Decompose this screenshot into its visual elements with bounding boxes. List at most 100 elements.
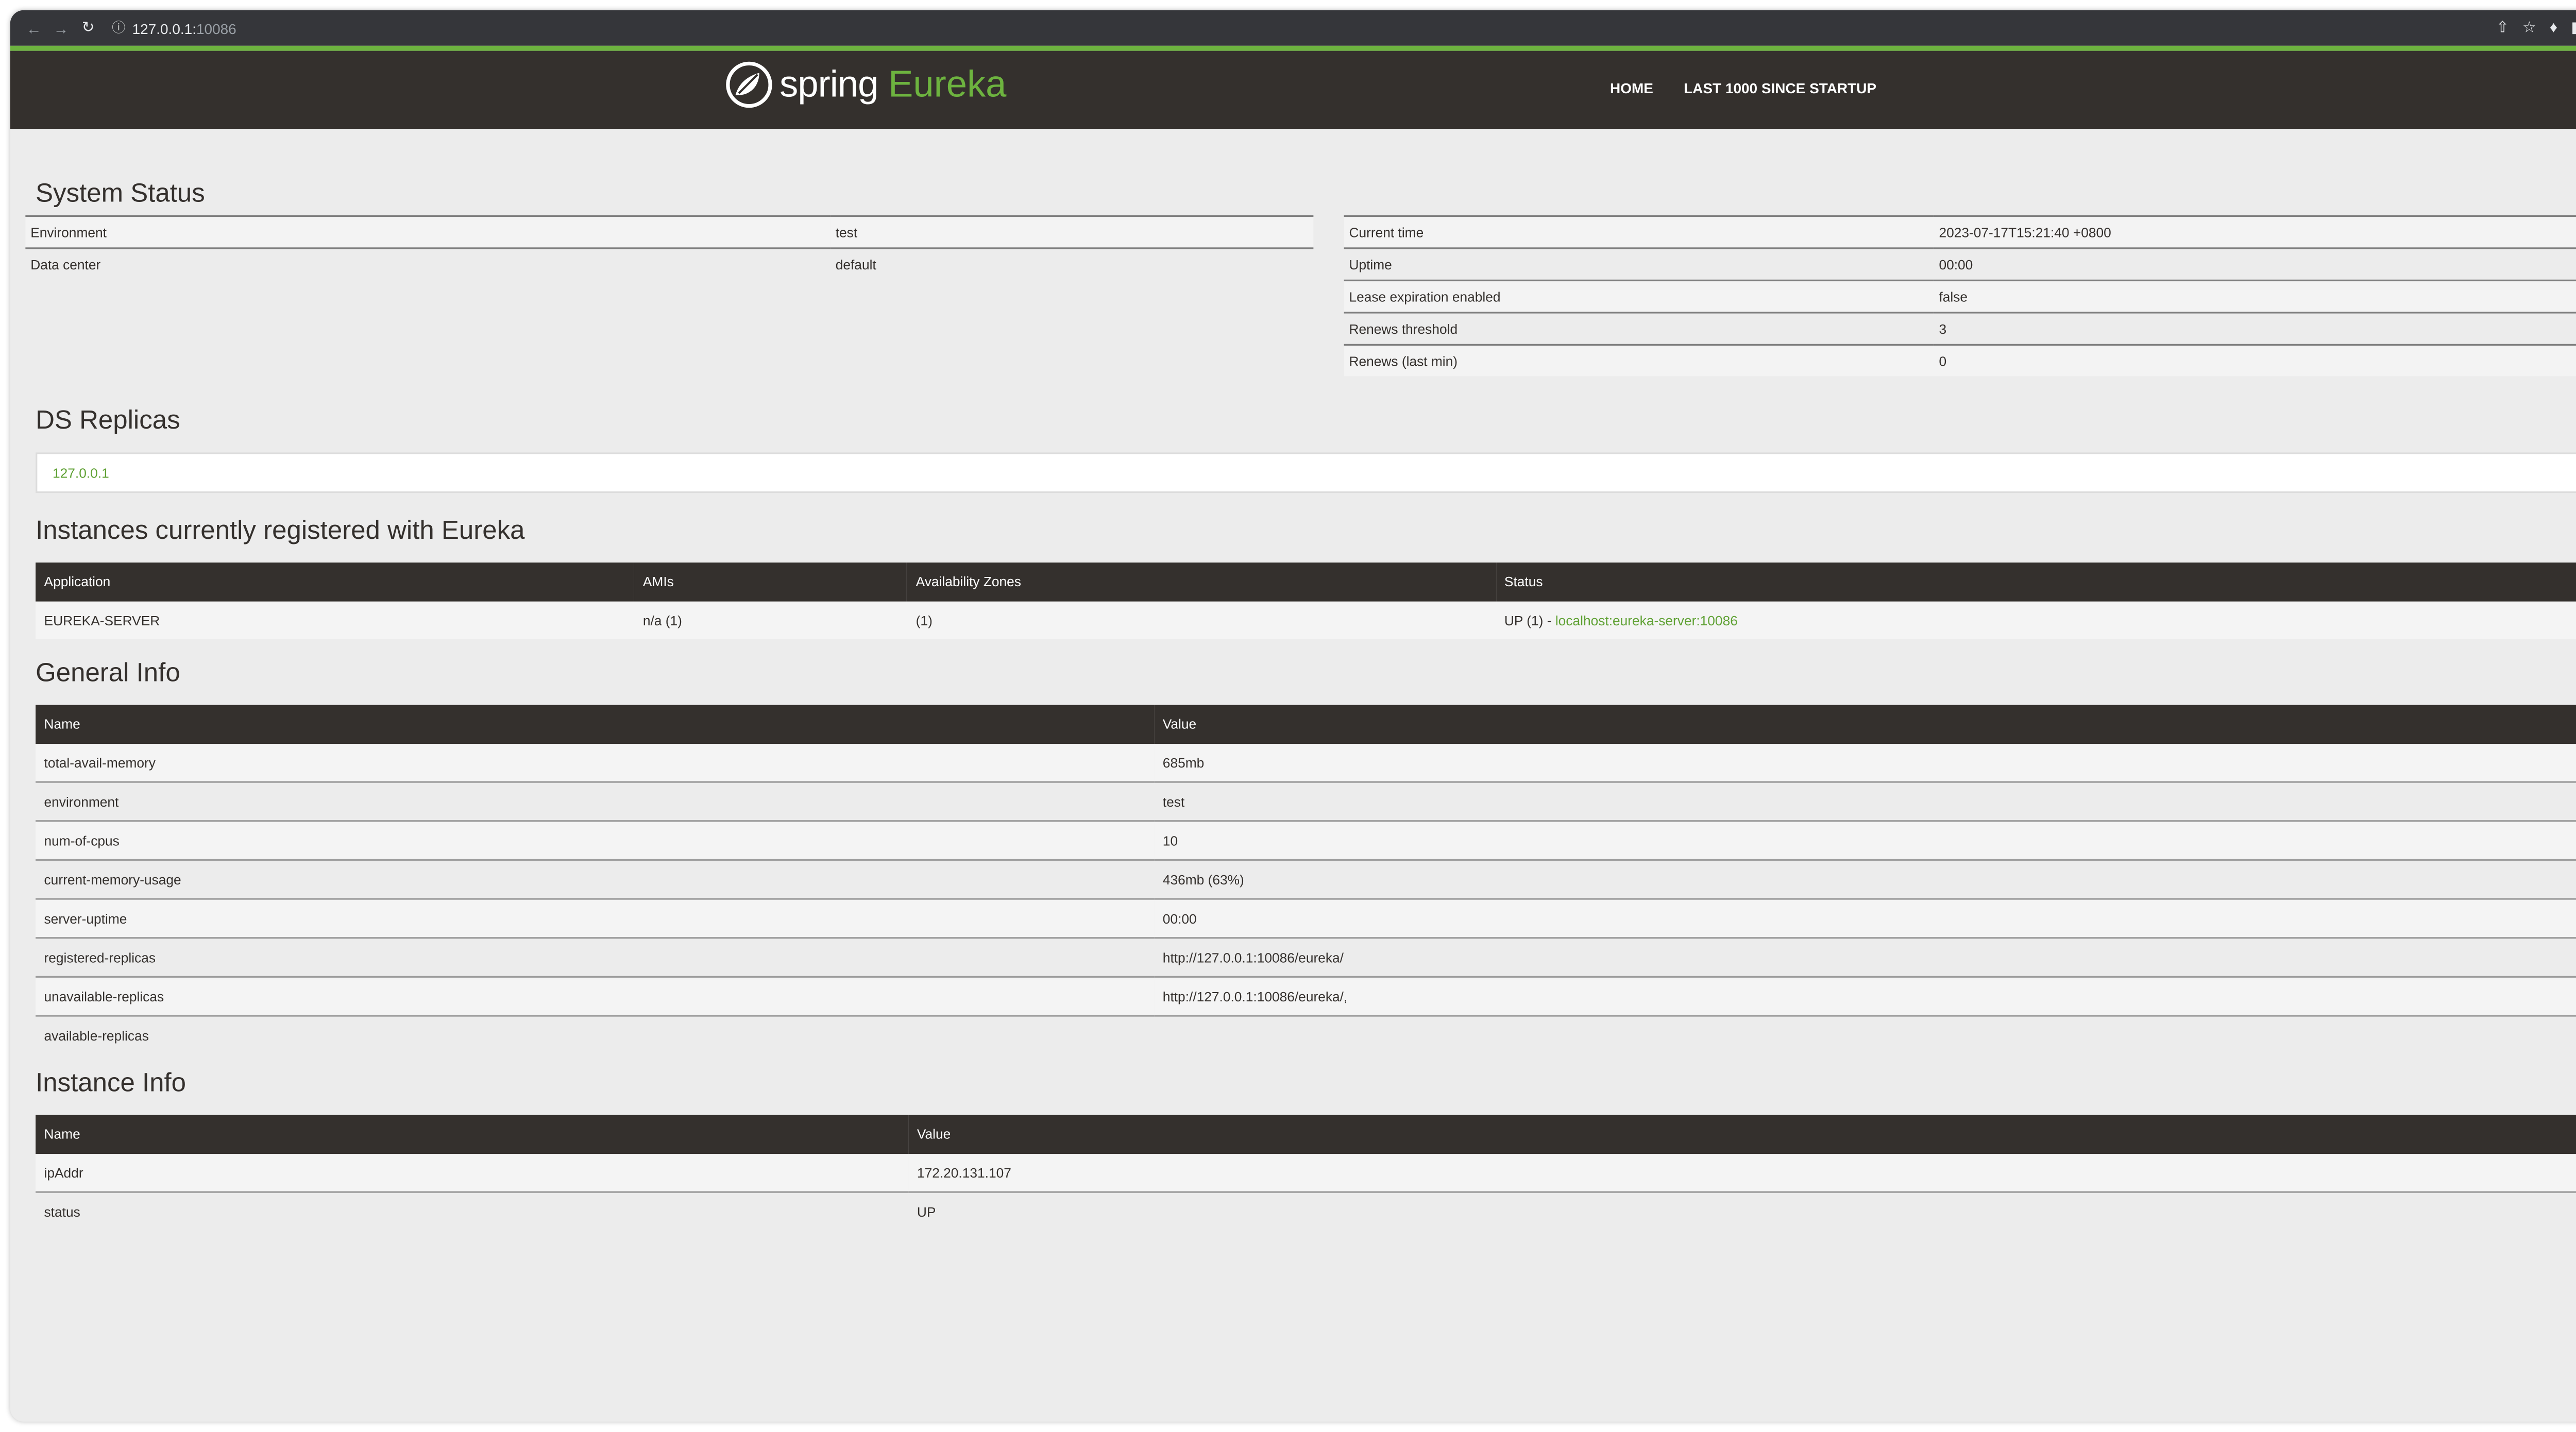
top-nav: HOME LAST 1000 SINCE STARTUP <box>1610 80 1876 97</box>
column-header: Name <box>36 705 1155 744</box>
info-name: ipAddr <box>36 1154 909 1192</box>
ds-replicas-list: 127.0.0.1 <box>36 452 2576 493</box>
info-value: 685mb <box>1154 744 2576 782</box>
info-icon[interactable]: ⓘ <box>112 19 132 37</box>
spring-leaf-icon <box>726 61 772 108</box>
status-key: Uptime <box>1344 247 1934 281</box>
column-header: Application <box>36 562 635 602</box>
table-row: current-memory-usage 436mb (63%) <box>36 859 2576 899</box>
info-value: http://127.0.0.1:10086/eureka/, <box>1154 976 2576 1016</box>
table-row: server-uptime 00:00 <box>36 898 2576 938</box>
general-info-table: Name Value total-avail-memory 685mb envir… <box>36 705 2576 1054</box>
instance-info-table: Name Value ipAddr 172.20.131.107 status UP <box>36 1115 2576 1231</box>
table-row: Lease expiration enabled false <box>1344 279 2576 313</box>
column-header: Value <box>1154 705 2576 744</box>
table-row: unavailable-replicas http://127.0.0.1:100… <box>36 976 2576 1016</box>
table-row: total-avail-memory 685mb <box>36 744 2576 782</box>
info-value: test <box>1154 781 2576 821</box>
eureka-header: spring Eureka HOME LAST 1000 SINCE START… <box>10 50 2576 129</box>
table-header-row: Application AMIs Availability Zones Stat… <box>36 562 2576 602</box>
info-value: 172.20.131.107 <box>908 1154 2576 1192</box>
info-name: status <box>36 1191 909 1231</box>
info-value: 00:00 <box>1154 898 2576 938</box>
browser-window: ← → ↻ ⓘ 127.0.0.1:10086 ⇧ ☆ ♦ ◧ ● ⋮ <box>10 10 2576 1422</box>
table-row: status UP <box>36 1191 2576 1231</box>
table-row: Uptime 00:00 <box>1344 247 2576 281</box>
url-port: 10086 <box>196 19 236 37</box>
info-name: total-avail-memory <box>36 744 1155 782</box>
status-value: 2023-07-17T15:21:40 +0800 <box>1934 215 2576 248</box>
table-row: registered-replicas http://127.0.0.1:1008… <box>36 937 2576 977</box>
info-name: server-uptime <box>36 898 1155 938</box>
table-row: ipAddr 172.20.131.107 <box>36 1154 2576 1192</box>
nav-home-link[interactable]: HOME <box>1610 80 1653 97</box>
status-value: false <box>1934 279 2576 313</box>
amis-cell: n/a (1) <box>634 601 908 639</box>
system-status-left-table: Environment test Data center default <box>25 215 1314 280</box>
system-status-section: Environment test Data center default Cur… <box>25 215 2576 377</box>
logo-eureka-text: Eureka <box>888 62 1007 105</box>
share-icon[interactable]: ⇧ <box>2496 19 2509 37</box>
nav-last-1000-link[interactable]: LAST 1000 SINCE STARTUP <box>1684 80 1876 97</box>
system-status-title: System Status <box>36 179 205 209</box>
status-key: Renews (last min) <box>1344 344 1934 377</box>
status-prefix: UP (1) - <box>1504 612 1555 628</box>
column-header: Availability Zones <box>907 562 1496 602</box>
back-icon[interactable]: ← <box>20 20 47 37</box>
info-name: available-replicas <box>36 1015 1155 1054</box>
table-row: Renews (last min) 0 <box>1344 344 2576 377</box>
table-row: Current time 2023-07-17T15:21:40 +0800 <box>1344 215 2576 248</box>
info-name: environment <box>36 781 1155 821</box>
column-header: Name <box>36 1115 909 1154</box>
status-cell: UP (1) - localhost:eureka-server:10086 <box>1496 601 2576 639</box>
sidebar-icon[interactable]: ◧ <box>2571 19 2576 37</box>
instance-info-title: Instance Info <box>36 1069 187 1098</box>
browser-toolbar: ← → ↻ ⓘ 127.0.0.1:10086 ⇧ ☆ ♦ ◧ ● ⋮ <box>10 10 2576 46</box>
info-name: registered-replicas <box>36 937 1155 977</box>
column-header: Status <box>1496 562 2576 602</box>
status-key: Data center <box>25 247 831 280</box>
replica-link[interactable]: 127.0.0.1 <box>53 465 109 481</box>
spring-eureka-logo[interactable]: spring Eureka <box>725 61 1007 108</box>
column-header: AMIs <box>634 562 908 602</box>
url-host: 127.0.0.1: <box>132 19 196 37</box>
address-bar[interactable]: ⓘ 127.0.0.1: 10086 <box>112 19 2496 37</box>
status-key: Current time <box>1344 215 1934 248</box>
table-row: EUREKA-SERVER n/a (1) (1) UP (1) - local… <box>36 601 2576 639</box>
system-status-right-table: Current time 2023-07-17T15:21:40 +0800 U… <box>1344 215 2576 377</box>
instances-title: Instances currently registered with Eure… <box>36 517 525 546</box>
general-info-title: General Info <box>36 659 180 688</box>
info-name: num-of-cpus <box>36 820 1155 860</box>
info-value: UP <box>908 1191 2576 1231</box>
info-value: 436mb (63%) <box>1154 859 2576 899</box>
table-header-row: Name Value <box>36 705 2576 744</box>
table-row: available-replicas <box>36 1015 2576 1054</box>
table-row: num-of-cpus 10 <box>36 820 2576 860</box>
table-row: environment test <box>36 781 2576 821</box>
status-value: 3 <box>1934 312 2576 345</box>
info-value: 10 <box>1154 820 2576 860</box>
zones-cell: (1) <box>907 601 1496 639</box>
star-icon[interactable]: ☆ <box>2522 19 2536 37</box>
forward-icon[interactable]: → <box>47 20 75 37</box>
status-key: Renews threshold <box>1344 312 1934 345</box>
info-value <box>1154 1015 2576 1054</box>
table-row: Renews threshold 3 <box>1344 312 2576 345</box>
instance-link[interactable]: localhost:eureka-server:10086 <box>1555 612 1738 628</box>
logo-spring-text: spring <box>779 62 878 105</box>
info-value: http://127.0.0.1:10086/eureka/ <box>1154 937 2576 977</box>
column-header: Value <box>908 1115 2576 1154</box>
info-name: current-memory-usage <box>36 859 1155 899</box>
extensions-icon[interactable]: ♦ <box>2550 19 2557 37</box>
status-key: Lease expiration enabled <box>1344 279 1934 313</box>
application-cell: EUREKA-SERVER <box>36 601 635 639</box>
status-value: default <box>830 247 1314 280</box>
instances-table: Application AMIs Availability Zones Stat… <box>36 562 2576 639</box>
reload-icon[interactable]: ↻ <box>75 19 102 37</box>
accent-strip <box>10 45 2576 51</box>
table-row: Environment test <box>25 215 1314 248</box>
status-value: 0 <box>1934 344 2576 377</box>
ds-replicas-title: DS Replicas <box>36 406 180 436</box>
info-name: unavailable-replicas <box>36 976 1155 1016</box>
status-value: test <box>830 215 1314 248</box>
